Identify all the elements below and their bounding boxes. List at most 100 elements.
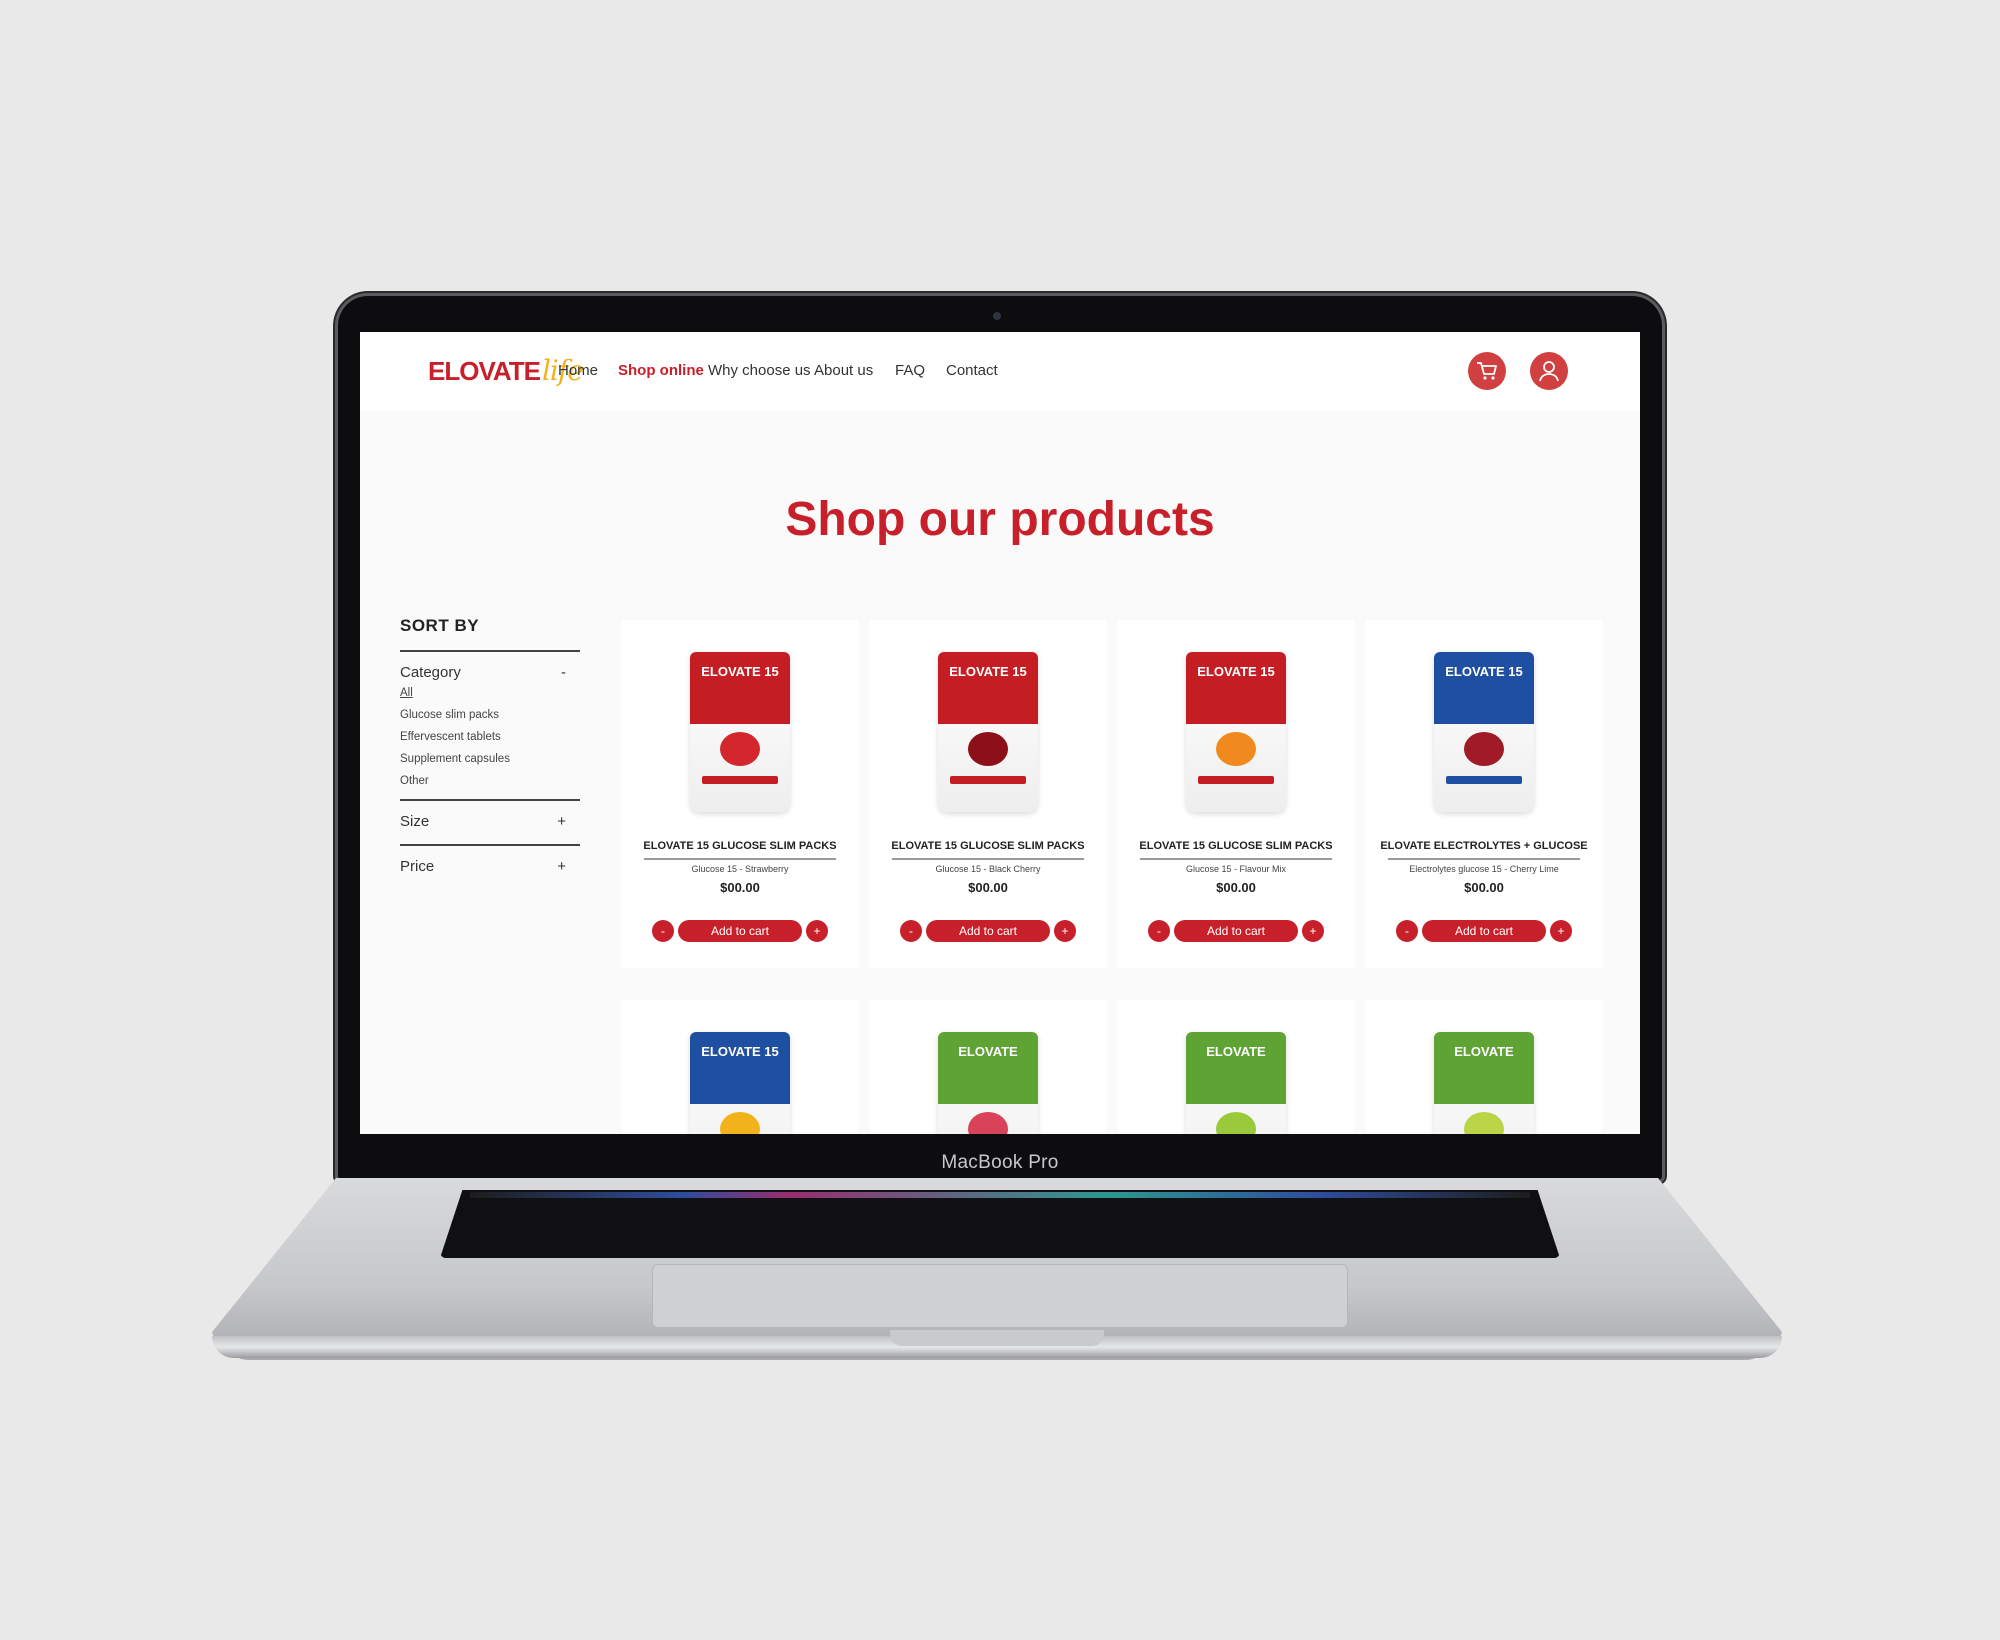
category-item-effervescent-tablets[interactable]: Effervescent tablets xyxy=(400,731,580,743)
add-to-cart-button[interactable]: Add to cart xyxy=(926,920,1050,942)
increase-quantity-button[interactable]: + xyxy=(806,920,828,942)
collapse-icon: - xyxy=(561,664,566,681)
fruit-image xyxy=(968,1112,1008,1134)
nav-item-why-choose-us[interactable]: Why choose us xyxy=(708,362,811,379)
pack-brand-text: ELOVATE xyxy=(1454,1044,1514,1059)
nav-item-faq[interactable]: FAQ xyxy=(895,362,925,379)
pack-brand-text: ELOVATE 15 xyxy=(949,664,1027,679)
pack-header xyxy=(690,652,790,724)
expand-icon: + xyxy=(557,813,566,830)
price-filter-toggle[interactable]: Price + xyxy=(400,858,580,875)
cart-icon xyxy=(1477,362,1497,380)
keyboard xyxy=(440,1190,1560,1258)
product-image: ELOVATE 15 xyxy=(1186,652,1286,812)
increase-quantity-button[interactable]: + xyxy=(1302,920,1324,942)
pack-band xyxy=(950,776,1026,784)
account-button[interactable] xyxy=(1530,352,1568,390)
product-card[interactable]: ELOVATE 15 xyxy=(622,1000,858,1134)
laptop-lid: ELOVATElife Home Shop online Why choose … xyxy=(338,296,1662,1180)
divider xyxy=(1388,858,1580,860)
product-price: $00.00 xyxy=(968,880,1008,895)
category-item-all[interactable]: All xyxy=(400,687,580,699)
fruit-image xyxy=(1216,1112,1256,1134)
product-image: ELOVATE xyxy=(938,1032,1038,1134)
browser-viewport: ELOVATElife Home Shop online Why choose … xyxy=(360,332,1640,1134)
pack-header xyxy=(1186,1032,1286,1104)
product-card[interactable]: ELOVATE xyxy=(1366,1000,1602,1134)
fruit-image xyxy=(720,732,760,766)
pack-band xyxy=(1446,776,1522,784)
divider xyxy=(400,650,580,652)
price-label: Price xyxy=(400,858,435,875)
product-card[interactable]: ELOVATE 15 ELOVATE ELECTROLYTES + GLUCOS… xyxy=(1366,620,1602,968)
divider xyxy=(400,844,580,846)
pack-brand-text: ELOVATE xyxy=(1206,1044,1266,1059)
trackpad xyxy=(652,1264,1348,1328)
pack-band xyxy=(1198,776,1274,784)
divider xyxy=(644,858,836,860)
product-price: $00.00 xyxy=(720,880,760,895)
category-item-other[interactable]: Other xyxy=(400,775,580,787)
fruit-image xyxy=(720,1112,760,1134)
camera-icon xyxy=(993,312,1001,320)
product-variant: Electrolytes glucose 15 - Cherry Lime xyxy=(1409,864,1559,874)
add-to-cart-button[interactable]: Add to cart xyxy=(1174,920,1298,942)
add-to-cart-button[interactable]: Add to cart xyxy=(678,920,802,942)
increase-quantity-button[interactable]: + xyxy=(1550,920,1572,942)
product-image: ELOVATE xyxy=(1186,1032,1286,1134)
decrease-quantity-button[interactable]: - xyxy=(1396,920,1418,942)
decrease-quantity-button[interactable]: - xyxy=(1148,920,1170,942)
sort-by-heading: SORT BY xyxy=(400,616,480,635)
product-card[interactable]: ELOVATE 15 ELOVATE 15 GLUCOSE SLIM PACKS… xyxy=(622,620,858,968)
pack-brand-text: ELOVATE 15 xyxy=(1197,664,1275,679)
page-title: Shop our products xyxy=(785,493,1215,546)
device-label: MacBook Pro xyxy=(941,1152,1059,1173)
product-variant: Glucose 15 - Black Cherry xyxy=(935,864,1041,874)
add-to-cart-button[interactable]: Add to cart xyxy=(1422,920,1546,942)
pack-header xyxy=(1434,1032,1534,1104)
category-list: All Glucose slim packs Effervescent tabl… xyxy=(400,687,580,787)
nav-item-contact[interactable]: Contact xyxy=(946,362,998,379)
user-icon xyxy=(1539,361,1559,382)
site-header: ELOVATElife Home Shop online Why choose … xyxy=(360,332,1640,410)
decrease-quantity-button[interactable]: - xyxy=(900,920,922,942)
pack-brand-text: ELOVATE 15 xyxy=(701,664,779,679)
touch-bar xyxy=(470,1192,1530,1198)
fruit-image xyxy=(1464,1112,1504,1134)
product-image: ELOVATE 15 xyxy=(690,1032,790,1134)
increase-quantity-button[interactable]: + xyxy=(1054,920,1076,942)
divider xyxy=(1140,858,1332,860)
product-name: ELOVATE 15 GLUCOSE SLIM PACKS xyxy=(1139,840,1333,852)
fruit-image xyxy=(1464,732,1504,766)
pack-brand-text: ELOVATE 15 xyxy=(701,1044,779,1059)
pack-header xyxy=(1186,652,1286,724)
product-name: ELOVATE 15 GLUCOSE SLIM PACKS xyxy=(891,840,1085,852)
product-name: ELOVATE ELECTROLYTES + GLUCOSE xyxy=(1380,840,1588,852)
product-image: ELOVATE 15 xyxy=(1434,652,1534,812)
product-card[interactable]: ELOVATE 15 ELOVATE 15 GLUCOSE SLIM PACKS… xyxy=(1118,620,1354,968)
pack-header xyxy=(690,1032,790,1104)
product-card[interactable]: ELOVATE xyxy=(870,1000,1106,1134)
product-card[interactable]: ELOVATE 15 ELOVATE 15 GLUCOSE SLIM PACKS… xyxy=(870,620,1106,968)
category-item-glucose-slim-packs[interactable]: Glucose slim packs xyxy=(400,709,580,721)
divider xyxy=(892,858,1084,860)
lid-notch xyxy=(890,1330,1104,1346)
category-filter-toggle[interactable]: Category - xyxy=(400,664,580,681)
product-image: ELOVATE xyxy=(1434,1032,1534,1134)
nav-item-home[interactable]: Home xyxy=(558,362,598,379)
filter-sidebar: SORT BY Category - All Glucose slim pack… xyxy=(400,616,580,875)
cart-button[interactable] xyxy=(1468,352,1506,390)
pack-header xyxy=(1434,652,1534,724)
size-label: Size xyxy=(400,813,430,830)
category-item-supplement-capsules[interactable]: Supplement capsules xyxy=(400,753,580,765)
nav-item-shop-online[interactable]: Shop online xyxy=(618,362,704,379)
expand-icon: + xyxy=(557,858,566,875)
size-filter-toggle[interactable]: Size + xyxy=(400,813,580,830)
product-variant: Glucose 15 - Flavour Mix xyxy=(1185,864,1287,874)
decrease-quantity-button[interactable]: - xyxy=(652,920,674,942)
product-card[interactable]: ELOVATE xyxy=(1118,1000,1354,1134)
product-image: ELOVATE 15 xyxy=(690,652,790,812)
fruit-image xyxy=(968,732,1008,766)
nav-item-about-us[interactable]: About us xyxy=(814,362,873,379)
pack-brand-text: ELOVATE 15 xyxy=(1445,664,1523,679)
